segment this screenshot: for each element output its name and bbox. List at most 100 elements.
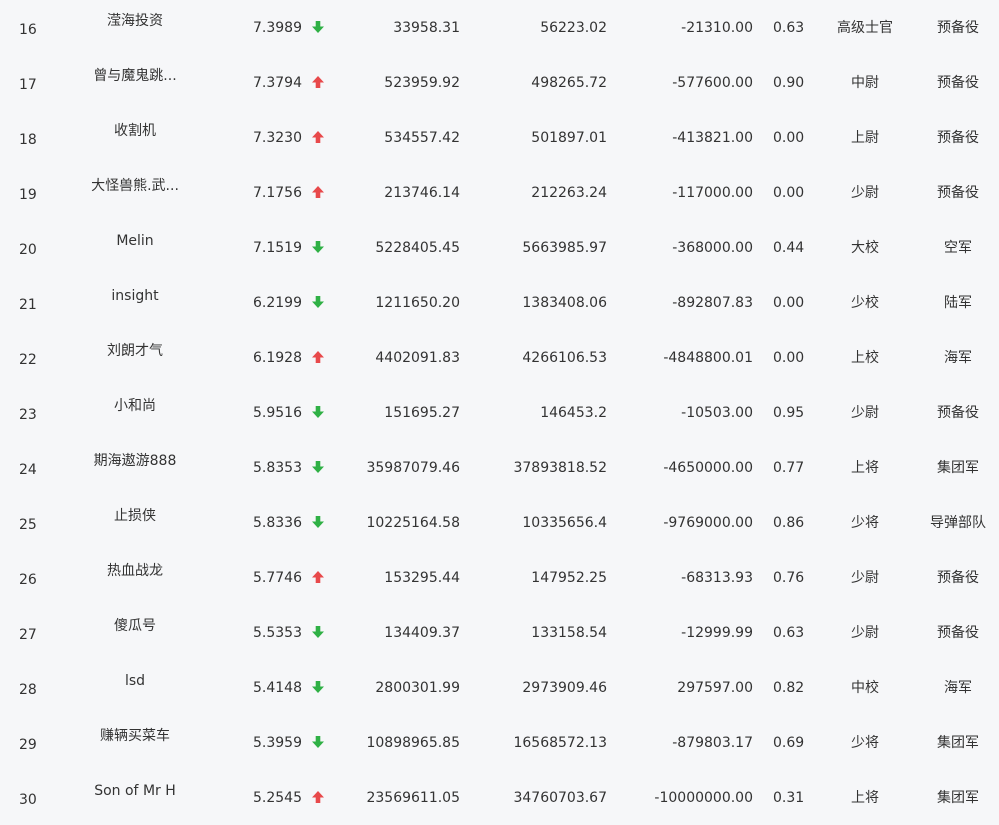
profit-cell: -9769000.00: [663, 515, 753, 531]
table-row[interactable]: 21 insight 6.2199 1211650.20 1383408.06 -8928…: [0, 275, 999, 330]
trader-name-link[interactable]: 热血战龙: [60, 562, 210, 580]
score-cell: 5.9516: [253, 405, 302, 421]
trader-name-link[interactable]: 收割机: [60, 122, 210, 140]
score-cell: 7.1519: [253, 240, 302, 256]
trader-name-link[interactable]: 赚辆买菜车: [60, 727, 210, 745]
trader-name-link[interactable]: 刘朗才气: [60, 342, 210, 360]
branch-cell: 集团军: [937, 790, 979, 806]
arrow-up-icon: [311, 75, 325, 89]
balance-cell: 1383408.06: [522, 295, 607, 311]
score-cell: 6.1928: [253, 350, 302, 366]
balance-cell: 5663985.97: [522, 240, 607, 256]
military-rank-cell: 少尉: [851, 625, 879, 641]
table-row[interactable]: 27 傻瓜号 5.5353 134409.37 133158.54 -12999.99 0.…: [0, 605, 999, 660]
arrow-down-icon: [311, 20, 325, 34]
table-row[interactable]: 25 止损侠 5.8336 10225164.58 10335656.4 -9769000…: [0, 495, 999, 550]
arrow-down-icon: [311, 295, 325, 309]
trader-name-link[interactable]: Melin: [60, 232, 210, 250]
score-cell: 6.2199: [253, 295, 302, 311]
table-row[interactable]: 24 期海遨游888 5.8353 35987079.46 37893818.52 -46…: [0, 440, 999, 495]
trader-name-link[interactable]: Son of Mr H: [60, 782, 210, 800]
score-cell: 7.3989: [253, 20, 302, 36]
trader-name-link[interactable]: 止损侠: [60, 507, 210, 525]
arrow-up-icon: [311, 570, 325, 584]
equity-cell: 534557.42: [384, 130, 460, 146]
profit-cell: -577600.00: [672, 75, 753, 91]
rank-cell: 27: [19, 627, 37, 643]
rank-cell: 28: [19, 682, 37, 698]
rank-cell: 25: [19, 517, 37, 533]
branch-cell: 空军: [944, 240, 972, 256]
ratio-cell: 0.00: [773, 350, 805, 366]
equity-cell: 213746.14: [384, 185, 460, 201]
trader-name-link[interactable]: 小和尚: [60, 397, 210, 415]
equity-cell: 10225164.58: [366, 515, 460, 531]
score-cell: 7.3794: [253, 75, 302, 91]
profit-cell: -413821.00: [672, 130, 753, 146]
score-cell: 5.8353: [253, 460, 302, 476]
score-cell: 5.2545: [253, 790, 302, 806]
trader-name-link[interactable]: 傻瓜号: [60, 617, 210, 635]
table-row[interactable]: 17 曾与魔鬼跳... 7.3794 523959.92 498265.72 -57760…: [0, 55, 999, 110]
equity-cell: 134409.37: [384, 625, 460, 641]
rank-cell: 29: [19, 737, 37, 753]
ratio-cell: 0.63: [773, 625, 805, 641]
branch-cell: 预备役: [937, 20, 979, 36]
ratio-cell: 0.69: [773, 735, 805, 751]
military-rank-cell: 少将: [851, 515, 879, 531]
profit-cell: -879803.17: [672, 735, 753, 751]
branch-cell: 海军: [944, 680, 972, 696]
equity-cell: 523959.92: [384, 75, 460, 91]
equity-cell: 4402091.83: [375, 350, 460, 366]
balance-cell: 16568572.13: [513, 735, 607, 751]
balance-cell: 147952.25: [531, 570, 607, 586]
equity-cell: 33958.31: [393, 20, 460, 36]
trader-name-link[interactable]: 大怪兽熊.武...: [60, 177, 210, 195]
balance-cell: 37893818.52: [513, 460, 607, 476]
arrow-up-icon: [311, 350, 325, 364]
arrow-down-icon: [311, 240, 325, 254]
ratio-cell: 0.77: [773, 460, 805, 476]
ratio-cell: 0.00: [773, 185, 805, 201]
score-cell: 5.7746: [253, 570, 302, 586]
branch-cell: 海军: [944, 350, 972, 366]
arrow-up-icon: [311, 185, 325, 199]
rank-cell: 18: [19, 132, 37, 148]
arrow-down-icon: [311, 405, 325, 419]
profit-cell: -117000.00: [672, 185, 753, 201]
military-rank-cell: 上将: [851, 790, 879, 806]
equity-cell: 1211650.20: [375, 295, 460, 311]
table-row[interactable]: 30 Son of Mr H 5.2545 23569611.05 34760703.6…: [0, 770, 999, 825]
equity-cell: 5228405.45: [375, 240, 460, 256]
profit-cell: -892807.83: [672, 295, 753, 311]
rank-cell: 21: [19, 297, 37, 313]
balance-cell: 498265.72: [531, 75, 607, 91]
balance-cell: 146453.2: [540, 405, 607, 421]
table-row[interactable]: 18 收割机 7.3230 534557.42 501897.01 -413821.00 0…: [0, 110, 999, 165]
ratio-cell: 0.00: [773, 295, 805, 311]
table-row[interactable]: 23 小和尚 5.9516 151695.27 146453.2 -10503.00 0.9…: [0, 385, 999, 440]
trader-name-link[interactable]: lsd: [60, 672, 210, 690]
rank-cell: 19: [19, 187, 37, 203]
trader-name-link[interactable]: insight: [60, 287, 210, 305]
military-rank-cell: 上尉: [851, 130, 879, 146]
rank-cell: 23: [19, 407, 37, 423]
branch-cell: 预备役: [937, 570, 979, 586]
profit-cell: -68313.93: [681, 570, 753, 586]
branch-cell: 陆军: [944, 295, 972, 311]
military-rank-cell: 少尉: [851, 570, 879, 586]
table-row[interactable]: 28 lsd 5.4148 2800301.99 2973909.46 297597.00…: [0, 660, 999, 715]
balance-cell: 34760703.67: [513, 790, 607, 806]
military-rank-cell: 中校: [851, 680, 879, 696]
table-row[interactable]: 26 热血战龙 5.7746 153295.44 147952.25 -68313.93 0…: [0, 550, 999, 605]
trader-name-link[interactable]: 曾与魔鬼跳...: [60, 67, 210, 85]
table-row[interactable]: 16 滢海投资 7.3989 33958.31 56223.02 -21310.00 0.6…: [0, 0, 999, 55]
score-cell: 7.1756: [253, 185, 302, 201]
rank-cell: 24: [19, 462, 37, 478]
trader-name-link[interactable]: 期海遨游888: [60, 452, 210, 470]
table-row[interactable]: 29 赚辆买菜车 5.3959 10898965.85 16568572.13 -8798…: [0, 715, 999, 770]
table-row[interactable]: 22 刘朗才气 6.1928 4402091.83 4266106.53 -4848800…: [0, 330, 999, 385]
trader-name-link[interactable]: 滢海投资: [60, 12, 210, 30]
table-row[interactable]: 20 Melin 7.1519 5228405.45 5663985.97 -368000…: [0, 220, 999, 275]
table-row[interactable]: 19 大怪兽熊.武... 7.1756 213746.14 212263.24 -1170…: [0, 165, 999, 220]
